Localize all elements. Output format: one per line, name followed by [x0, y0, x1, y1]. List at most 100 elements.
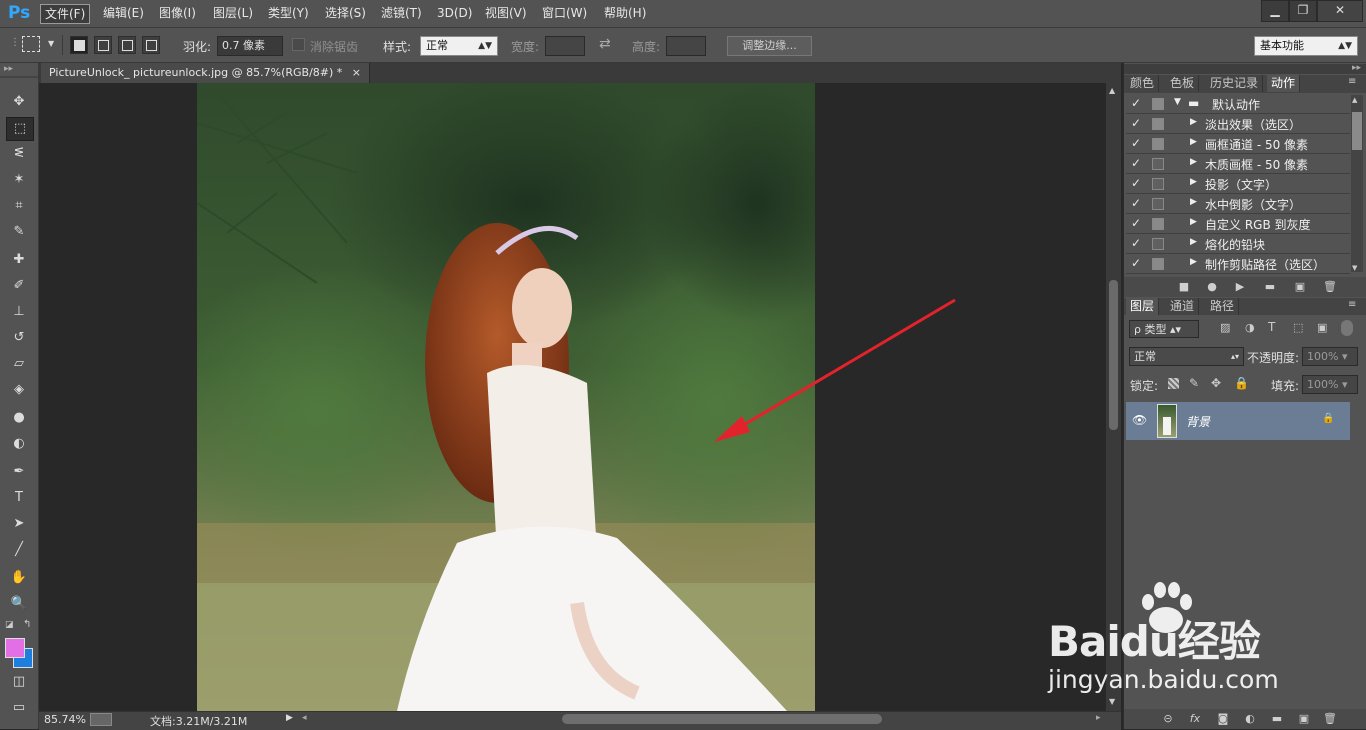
- panel-menu-icon[interactable]: ≡: [1348, 76, 1356, 87]
- tab-actions[interactable]: 动作: [1267, 75, 1301, 92]
- quick-mask-icon[interactable]: ◫: [6, 671, 32, 693]
- scroll-right-icon[interactable]: ▸: [1096, 713, 1101, 723]
- dialog-toggle-icon[interactable]: [1152, 138, 1164, 150]
- expand-right-icon[interactable]: ▶: [1190, 217, 1197, 227]
- expand-right-icon[interactable]: ▶: [1190, 157, 1197, 167]
- opacity-input[interactable]: 100% ▾: [1302, 347, 1358, 366]
- height-input[interactable]: [666, 36, 706, 56]
- marquee-preset-icon[interactable]: [22, 36, 40, 52]
- antialias-checkbox[interactable]: [292, 38, 305, 51]
- menu-edit[interactable]: 编辑(E): [99, 4, 148, 22]
- expand-right-icon[interactable]: ▶: [1190, 257, 1197, 267]
- filter-pixel-icon[interactable]: ▨: [1220, 321, 1230, 334]
- tab-channels[interactable]: 通道: [1166, 298, 1200, 315]
- new-group-icon[interactable]: ▬: [1269, 712, 1285, 725]
- status-menu-icon[interactable]: [90, 713, 112, 726]
- link-layers-icon[interactable]: ⊝: [1160, 712, 1176, 725]
- filter-adjust-icon[interactable]: ◑: [1245, 321, 1255, 334]
- stop-icon[interactable]: ■: [1176, 280, 1192, 293]
- tab-layers[interactable]: 图层: [1126, 298, 1160, 315]
- expand-right-icon[interactable]: ▶: [1190, 137, 1197, 147]
- new-selection-icon[interactable]: [70, 36, 88, 54]
- status-arrow-icon[interactable]: ▶: [286, 713, 293, 723]
- menu-image[interactable]: 图像(I): [155, 4, 200, 22]
- dialog-toggle-icon[interactable]: [1152, 258, 1164, 270]
- eyedropper-icon[interactable]: ✎: [6, 221, 32, 243]
- check-icon[interactable]: ✓: [1131, 236, 1141, 250]
- new-set-icon[interactable]: ▬: [1262, 280, 1278, 293]
- menu-window[interactable]: 窗口(W): [538, 4, 591, 22]
- pen-icon[interactable]: ✒: [6, 461, 32, 483]
- filter-smart-icon[interactable]: ▣: [1317, 321, 1327, 334]
- check-icon[interactable]: ✓: [1131, 176, 1141, 190]
- swap-colors-icon[interactable]: ↰: [23, 619, 31, 630]
- dialog-toggle-icon[interactable]: [1152, 198, 1164, 210]
- tab-color[interactable]: 颜色: [1126, 75, 1160, 92]
- close-button[interactable]: ✕: [1317, 0, 1363, 22]
- minimize-button[interactable]: ▁: [1261, 0, 1289, 22]
- tab-paths[interactable]: 路径: [1206, 298, 1240, 315]
- bucket-icon[interactable]: ◈: [6, 379, 32, 401]
- check-icon[interactable]: ✓: [1131, 196, 1141, 210]
- menu-help[interactable]: 帮助(H): [600, 4, 650, 22]
- trash-icon[interactable]: 🗑: [1322, 712, 1338, 725]
- eraser-icon[interactable]: ▱: [6, 353, 32, 375]
- dialog-toggle-icon[interactable]: [1152, 98, 1164, 110]
- expand-down-icon[interactable]: ▼: [1174, 97, 1181, 107]
- layer-filter-select[interactable]: ρ 类型 ▴▾: [1129, 320, 1199, 338]
- action-row[interactable]: ✓ ▶ 自定义 RGB 到灰度: [1126, 214, 1350, 234]
- filter-shape-icon[interactable]: ⬚: [1293, 321, 1303, 334]
- actions-scroll-thumb[interactable]: [1352, 112, 1362, 150]
- history-brush-icon[interactable]: ↺: [6, 327, 32, 349]
- subtract-selection-icon[interactable]: [118, 36, 136, 54]
- add-mask-icon[interactable]: ◙: [1215, 712, 1231, 725]
- record-icon[interactable]: ●: [1204, 280, 1220, 293]
- zoom-icon[interactable]: 🔍: [6, 593, 32, 615]
- stamp-icon[interactable]: ⊥: [6, 301, 32, 323]
- scroll-down-icon[interactable]: ▼: [1352, 264, 1357, 272]
- foreground-color-swatch[interactable]: [5, 638, 25, 658]
- check-icon[interactable]: ✓: [1131, 156, 1141, 170]
- collapse-panels-icon[interactable]: ▸▸: [1352, 63, 1361, 73]
- dialog-toggle-icon[interactable]: [1152, 218, 1164, 230]
- lasso-icon[interactable]: ᓬ: [6, 143, 32, 165]
- menu-layer[interactable]: 图层(L): [209, 4, 257, 22]
- blur-icon[interactable]: ●: [6, 407, 32, 429]
- action-row[interactable]: ✓ ▶ 水中倒影（文字）: [1126, 194, 1350, 214]
- layer-name[interactable]: 背景: [1186, 413, 1210, 430]
- fx-icon[interactable]: fx: [1187, 712, 1203, 725]
- new-action-icon[interactable]: ▣: [1292, 280, 1308, 293]
- action-row[interactable]: ✓ ▶ 投影（文字）: [1126, 174, 1350, 194]
- restore-button[interactable]: ❐: [1289, 0, 1317, 22]
- expand-right-icon[interactable]: ▶: [1190, 237, 1197, 247]
- intersect-selection-icon[interactable]: [142, 36, 160, 54]
- action-set-row[interactable]: ✓ ▼ ▬ 默认动作: [1126, 94, 1350, 114]
- lock-position-icon[interactable]: ✥: [1211, 376, 1221, 390]
- marquee-icon[interactable]: ⬚: [6, 117, 34, 141]
- menu-view[interactable]: 视图(V): [481, 4, 531, 22]
- check-icon[interactable]: ✓: [1131, 216, 1141, 230]
- eye-icon[interactable]: 👁: [1132, 413, 1147, 427]
- menu-3d[interactable]: 3D(D): [433, 4, 476, 22]
- add-selection-icon[interactable]: [94, 36, 112, 54]
- check-icon[interactable]: ✓: [1131, 136, 1141, 150]
- document-tab[interactable]: PictureUnlock_ pictureunlock.jpg @ 85.7%…: [41, 63, 371, 83]
- action-row[interactable]: ✓ ▶ 淡出效果（选区）: [1126, 114, 1350, 134]
- lock-pixels-icon[interactable]: ✎: [1189, 376, 1199, 390]
- width-input[interactable]: [545, 36, 585, 56]
- brush-icon[interactable]: ✐: [6, 275, 32, 297]
- tab-swatches[interactable]: 色板: [1166, 75, 1200, 92]
- check-icon[interactable]: ✓: [1131, 256, 1141, 270]
- blend-mode-select[interactable]: 正常 ▴▾: [1129, 347, 1244, 366]
- horizontal-scroll-thumb[interactable]: [562, 714, 882, 724]
- refine-edge-button[interactable]: 调整边缘...: [727, 36, 812, 56]
- default-colors-icon[interactable]: ◪: [5, 620, 14, 630]
- new-layer-icon[interactable]: ▣: [1296, 712, 1312, 725]
- zoom-level[interactable]: 85.74%: [44, 713, 86, 726]
- dialog-toggle-icon[interactable]: [1152, 238, 1164, 250]
- line-icon[interactable]: ╱: [6, 539, 32, 561]
- action-row[interactable]: ✓ ▶ 制作剪贴路径（选区）: [1126, 254, 1350, 274]
- expand-right-icon[interactable]: ▶: [1190, 117, 1197, 127]
- type-icon[interactable]: T: [6, 487, 32, 509]
- collapse-icon[interactable]: ▸▸: [4, 64, 13, 74]
